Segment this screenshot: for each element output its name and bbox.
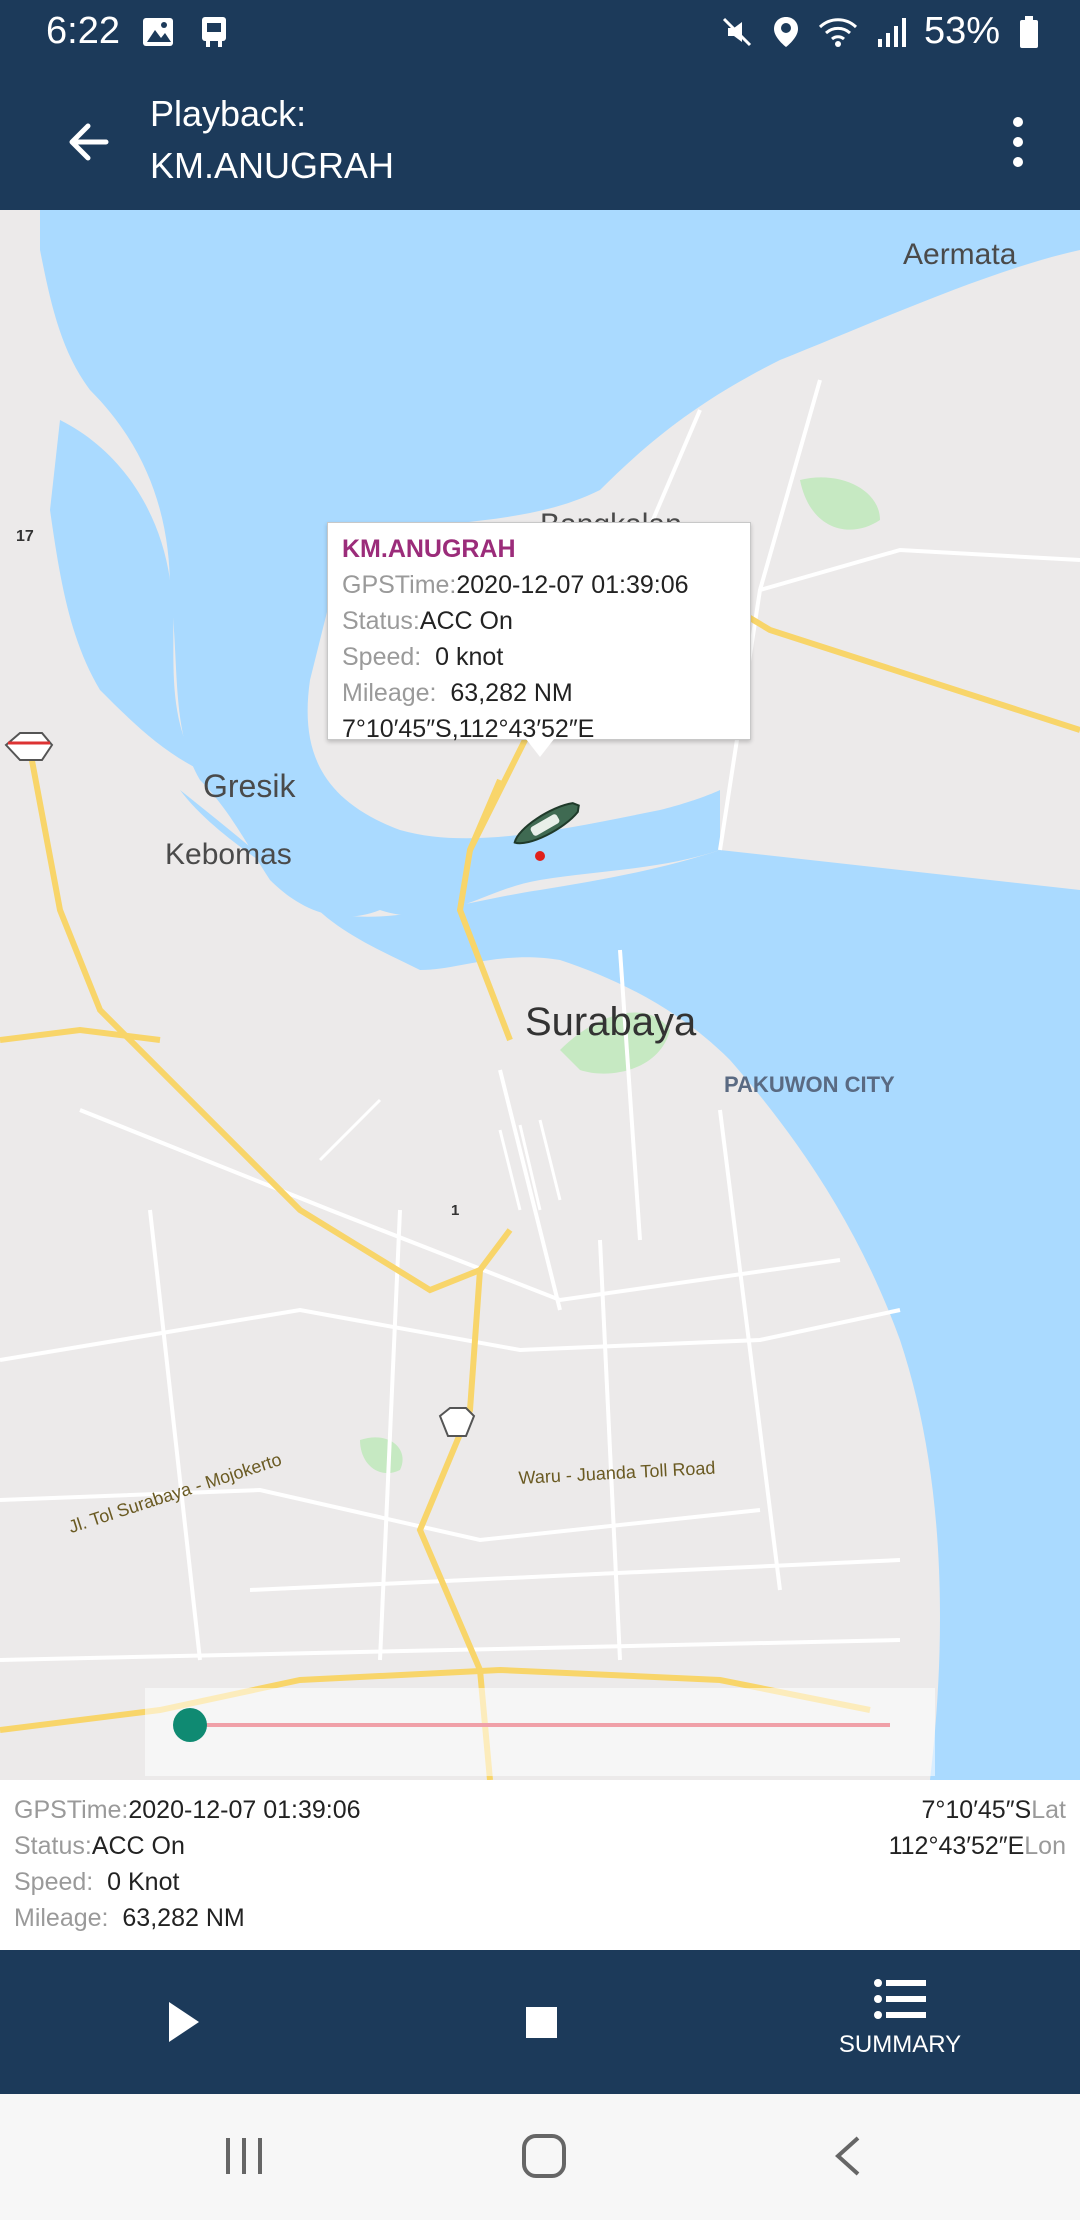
location-icon [773,16,798,47]
map-label-gresik: Gresik [203,768,296,804]
info-panel: GPSTime:2020-12-07 01:39:06 Status:ACC O… [0,1780,1080,1950]
road-shield-1: 1 [451,1202,460,1219]
popup-gps-row: GPSTime:2020-12-07 01:39:06 [342,571,689,599]
battery-icon [1020,15,1038,48]
map-canvas[interactable] [0,210,1080,1780]
signal-icon [877,17,906,47]
status-bar: 6:22 53% [0,0,1080,68]
map-label-aermata: Aermata [903,238,1017,271]
map-label-pakuwon: PAKUWON CITY [724,1072,895,1097]
popup-speed-row: Speed: 0 knot [342,643,504,671]
home-icon[interactable] [520,2132,568,2180]
device-icon [202,17,226,47]
gallery-icon [143,18,173,46]
map-view[interactable]: Aermata Bangkalan Gresik Kebomas Surabay… [0,210,1080,1780]
popup-tail [526,739,554,757]
info-status-row: Status:ACC On [14,1832,185,1860]
stop-icon[interactable] [526,2007,557,2038]
road-shield-17: 17 [16,528,34,545]
info-lat-row: 7°10′45″SLat [921,1796,1067,1824]
track-point [535,851,545,861]
system-nav-bar [0,2094,1080,2220]
more-vert-icon[interactable] [996,112,1040,172]
playback-slider-thumb[interactable] [173,1708,207,1742]
info-mileage-row: Mileage: 63,282 NM [14,1904,245,1932]
map-label-kebomas: Kebomas [165,838,292,871]
battery-percent: 53% [923,10,1000,52]
info-gps-row: GPSTime:2020-12-07 01:39:06 [14,1796,361,1824]
popup-status-row: Status:ACC On [342,607,513,635]
playback-slider-track[interactable] [190,1723,890,1727]
mute-icon [722,17,751,46]
play-icon[interactable] [167,2000,201,2044]
info-lon-row: 112°43′52″ELon [888,1832,1066,1860]
playback-controls: SUMMARY [0,1950,1080,2094]
status-time: 6:22 [46,10,120,52]
ship-icon[interactable] [500,790,590,860]
summary-button[interactable]: SUMMARY [820,1978,980,2059]
summary-label: SUMMARY [838,2031,962,2058]
wifi-icon [818,17,857,47]
list-icon [874,1979,926,2019]
vessel-info-popup[interactable]: KM.ANUGRAH GPSTime:2020-12-07 01:39:06 S… [327,522,751,743]
title-line-2: KM.ANUGRAH [150,145,395,186]
nav-back-icon[interactable] [830,2132,866,2180]
popup-vessel-name: KM.ANUGRAH [342,535,516,563]
recent-apps-icon[interactable] [222,2132,266,2180]
info-speed-row: Speed: 0 Knot [14,1868,180,1896]
page-title: Playback: KM.ANUGRAH [150,88,394,192]
back-arrow-icon[interactable] [60,114,116,170]
app-bar: Playback: KM.ANUGRAH [0,68,1080,210]
map-label-surabaya: Surabaya [525,1000,697,1044]
title-line-1: Playback: [150,93,307,134]
popup-mileage-row: Mileage: 63,282 NM [342,679,573,707]
playback-slider-band [145,1688,935,1776]
